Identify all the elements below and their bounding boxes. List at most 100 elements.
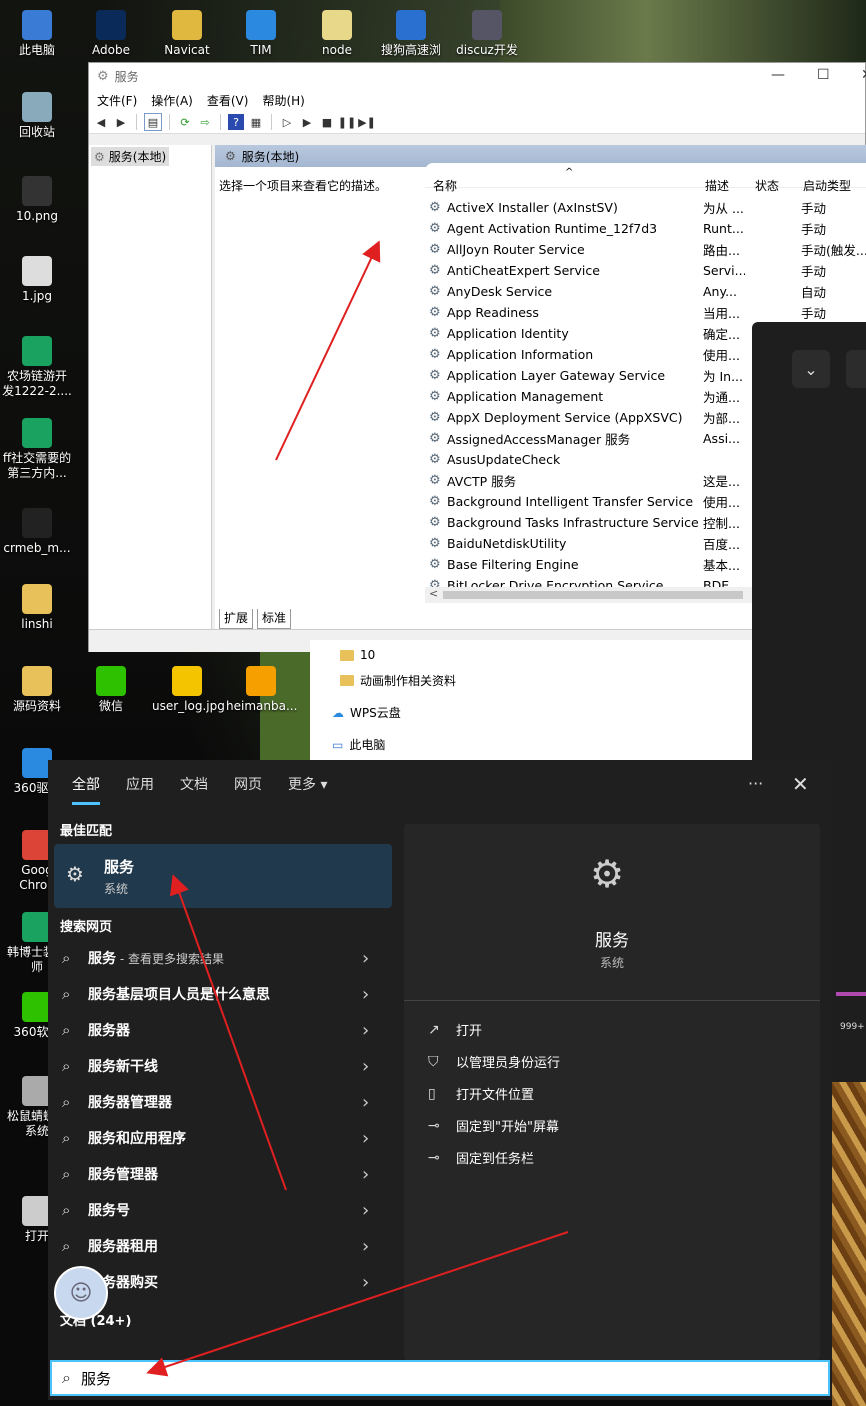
desktop-icon[interactable]: 农场链游开发1222-2....	[2, 336, 72, 399]
tab-documents[interactable]: 文档	[180, 774, 208, 805]
wps-cloud-item[interactable]: ☁ WPS云盘	[332, 704, 401, 721]
service-row[interactable]: ⚙ App Readiness 当用... 手动	[425, 302, 866, 323]
export-icon[interactable]: ⇨	[197, 114, 213, 130]
this-pc-item[interactable]: ▭ 此电脑	[332, 736, 385, 753]
web-suggestion[interactable]: ⌕ 服务号 ›	[54, 1192, 392, 1228]
folder-item[interactable]: 10	[340, 648, 375, 662]
more-options-icon[interactable]: ···	[748, 774, 763, 793]
avatar[interactable]: ☺	[54, 1266, 108, 1320]
refresh-icon[interactable]: ⟳	[177, 114, 193, 130]
desktop-icon[interactable]: 此电脑	[2, 10, 72, 58]
chevron-right-icon[interactable]: ›	[362, 1164, 369, 1185]
restart-icon[interactable]: ▶❚	[358, 114, 376, 130]
chevron-right-icon[interactable]: ›	[362, 1236, 369, 1257]
tab-extended[interactable]: 扩展	[219, 609, 254, 629]
desktop-icon-label: node	[322, 43, 352, 57]
forward-arrow-icon[interactable]: ▶	[113, 114, 129, 130]
play-icon[interactable]: ▶	[299, 114, 315, 130]
action-pin-to-taskbar[interactable]: ⊸ 固定到任务栏	[428, 1148, 534, 1168]
stop-icon[interactable]: ■	[319, 114, 335, 130]
help-icon[interactable]: ?	[228, 114, 244, 130]
chevron-right-icon[interactable]: ›	[362, 984, 369, 1005]
menu-action[interactable]: 操作(A)	[151, 92, 193, 109]
close-button[interactable]: ✕	[861, 67, 866, 83]
services-titlebar[interactable]: ⚙ 服务 — ☐ ✕	[89, 63, 866, 89]
pause-icon[interactable]: ❚❚	[338, 114, 356, 130]
services-window[interactable]: ⚙ 服务 — ☐ ✕ 文件(F) 操作(A) 查看(V) 帮助(H) ◀ ▶ ▤…	[88, 62, 866, 652]
chevron-right-icon[interactable]: ›	[362, 1200, 369, 1221]
column-startup-type[interactable]: 启动类型	[803, 177, 851, 194]
desktop-icon[interactable]: 10.png	[2, 176, 72, 224]
best-match-item[interactable]: ⚙ 服务 系统	[54, 844, 392, 908]
desktop-icon[interactable]: heimanba...	[226, 666, 297, 714]
desktop-icon[interactable]: ff社交需要的第三方内...	[2, 418, 72, 481]
chevron-right-icon[interactable]: ›	[362, 1056, 369, 1077]
menu-view[interactable]: 查看(V)	[207, 92, 249, 109]
search-input[interactable]	[78, 1368, 763, 1388]
tree-item-services-local[interactable]: ⚙ 服务(本地)	[91, 147, 170, 166]
back-arrow-icon[interactable]: ◀	[93, 114, 109, 130]
column-description[interactable]: 描述	[705, 177, 729, 194]
pane-title: 服务(本地)	[241, 149, 300, 164]
desktop-icon[interactable]: 微信	[76, 666, 146, 714]
play-icon[interactable]: ▷	[279, 114, 295, 130]
close-icon[interactable]: ✕	[792, 772, 809, 796]
tab-apps[interactable]: 应用	[126, 774, 154, 805]
web-suggestion[interactable]: ⌕ 服务器 ›	[54, 1012, 392, 1048]
web-suggestion[interactable]: ⌕ 服务器管理器 ›	[54, 1084, 392, 1120]
toolbar-separator	[169, 114, 170, 130]
web-suggestion[interactable]: ⌕ 服务新干线 ›	[54, 1048, 392, 1084]
web-suggestion[interactable]: ⌕ 服务基层项目人员是什么意思 ›	[54, 976, 392, 1012]
maximize-button[interactable]: ☐	[817, 67, 830, 83]
scroll-left-icon[interactable]: <	[429, 587, 438, 600]
column-name[interactable]: 名称	[433, 177, 457, 194]
scroll-thumb[interactable]	[443, 591, 743, 599]
service-row[interactable]: ⚙ AnyDesk Service Any... 自动	[425, 281, 866, 302]
folder-item[interactable]: 动画制作相关资料	[340, 672, 456, 689]
chevron-right-icon[interactable]: ›	[362, 948, 369, 969]
desktop-icon[interactable]: 1.jpg	[2, 256, 72, 304]
desktop-icon[interactable]: node	[302, 10, 372, 58]
desktop-icon[interactable]: crmeb_m...	[2, 508, 72, 556]
console-tree-icon[interactable]: ▤	[144, 113, 162, 131]
chevron-down-icon[interactable]: ⌄	[792, 350, 830, 388]
tree-item-label: 服务(本地)	[108, 150, 167, 164]
desktop-icon[interactable]: 回收站	[2, 92, 72, 140]
tab-standard[interactable]: 标准	[257, 609, 292, 629]
web-suggestion[interactable]: ⌕ 服务管理器 ›	[54, 1156, 392, 1192]
service-gear-icon: ⚙	[429, 283, 441, 299]
tab-web[interactable]: 网页	[234, 774, 262, 805]
service-row[interactable]: ⚙ ActiveX Installer (AxInstSV) 为从 ... 手动	[425, 197, 866, 218]
chevron-right-icon[interactable]: ›	[362, 1272, 369, 1293]
desktop-icon[interactable]: user_log.jpg	[152, 666, 225, 714]
desktop-icon[interactable]: TIM	[226, 10, 296, 58]
chevron-right-icon[interactable]: ›	[362, 1128, 369, 1149]
desktop-icon[interactable]: linshi	[2, 584, 72, 632]
desktop-icon[interactable]: discuz开发	[452, 10, 522, 58]
search-box[interactable]: ⌕	[50, 1360, 830, 1396]
service-row[interactable]: ⚙ AllJoyn Router Service 路由... 手动(触发...	[425, 239, 866, 260]
desktop-icon[interactable]: 源码资料	[2, 666, 72, 714]
menu-help[interactable]: 帮助(H)	[262, 92, 304, 109]
action-open[interactable]: ↗ 打开	[428, 1020, 482, 1040]
action-open-file-location[interactable]: ▯ 打开文件位置	[428, 1084, 534, 1104]
chevron-right-icon[interactable]: ›	[362, 1020, 369, 1041]
action-run-as-admin[interactable]: ⛉ 以管理员身份运行	[428, 1052, 560, 1072]
partial-button[interactable]	[846, 350, 866, 388]
web-suggestion[interactable]: ⌕ 服务 - 查看更多搜索结果 ›	[54, 940, 392, 976]
desktop-icon[interactable]: 搜狗高速浏	[376, 10, 446, 58]
service-row[interactable]: ⚙ AntiCheatExpert Service Servi... 手动	[425, 260, 866, 281]
web-suggestion[interactable]: ⌕ 服务器租用 ›	[54, 1228, 392, 1264]
tab-more[interactable]: 更多 ▾	[288, 774, 327, 805]
chevron-right-icon[interactable]: ›	[362, 1092, 369, 1113]
action-pin-to-start[interactable]: ⊸ 固定到"开始"屏幕	[428, 1116, 559, 1136]
column-status[interactable]: 状态	[755, 177, 779, 194]
desktop-icon[interactable]: Adobe	[76, 10, 146, 58]
properties-icon[interactable]: ▦	[248, 114, 264, 130]
menu-file[interactable]: 文件(F)	[97, 92, 137, 109]
tab-all[interactable]: 全部	[72, 774, 100, 805]
desktop-icon[interactable]: Navicat	[152, 10, 222, 58]
minimize-button[interactable]: —	[771, 67, 785, 83]
web-suggestion[interactable]: ⌕ 服务和应用程序 ›	[54, 1120, 392, 1156]
service-row[interactable]: ⚙ Agent Activation Runtime_12f7d3 Runt... 手…	[425, 218, 866, 239]
